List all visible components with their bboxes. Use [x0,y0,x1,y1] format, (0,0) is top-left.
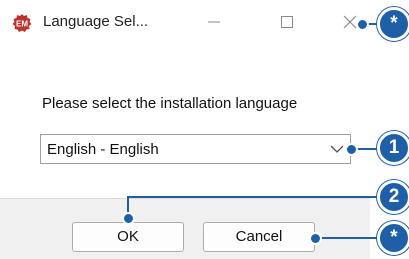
minimize-icon [208,21,220,23]
callout-badge-ok: 2 [377,180,409,214]
svg-text:EM: EM [16,20,28,29]
ok-button[interactable]: OK [72,222,184,252]
language-select-value: English - English [47,141,159,158]
window-title: Language Sel... [43,13,149,30]
callout-dot-cancel [309,232,322,245]
callout-line-ok-horizontal [127,196,379,198]
callout-dot-ok [122,212,135,225]
installer-app-icon: EM [12,14,32,32]
maximize-icon [281,16,293,28]
callout-line-cancel [315,237,382,239]
callout-dot-language [345,143,358,156]
callout-dot-close [356,18,369,31]
cancel-button[interactable]: Cancel [203,222,315,252]
language-selection-dialog: EM Language Sel... Please select the ins… [0,0,370,259]
callout-badge-cancel: * [377,221,409,255]
language-prompt: Please select the installation language [42,95,298,112]
maximize-button[interactable] [270,8,304,36]
language-select[interactable]: English - English [40,134,351,164]
callout-badge-language: 1 [377,131,409,165]
dialog-body [0,44,370,198]
screenshot-stage: EM Language Sel... Please select the ins… [0,0,409,259]
chevron-down-icon [330,145,344,153]
minimize-button[interactable] [197,8,231,36]
callout-badge-close: * [377,7,409,41]
title-bar: EM Language Sel... [0,0,370,44]
